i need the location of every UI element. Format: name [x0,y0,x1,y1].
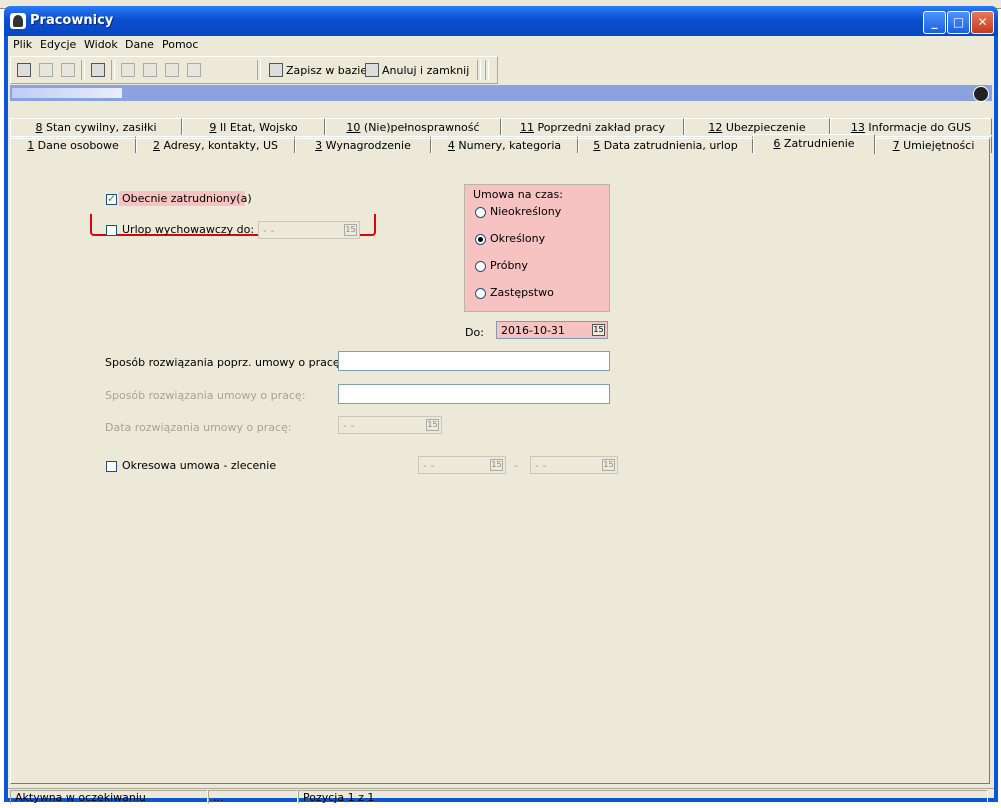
properties-icon[interactable] [89,61,107,79]
parental-leave-date-value: - - [263,224,275,237]
menu-dane[interactable]: Dane [125,38,154,51]
menu-bar: Plik Edycje Widok Dane Pomoc [8,36,994,54]
cut-icon[interactable] [141,61,159,79]
tab-stan-cywilny[interactable]: 8 Stan cywilny, zasiłki [10,118,182,135]
toolbar-separator [477,60,481,80]
prev-termination-label: Sposób rozwiązania poprz. umowy o pracę: [105,356,344,369]
window-title: Pracownicy [30,13,114,28]
undo-icon[interactable] [185,61,203,79]
cancel-close-label: Anuluj i zamknij [382,63,470,77]
save-to-db-label: Zapisz w bazie [286,63,368,77]
cancel-close-icon [365,63,379,77]
mandate-to-date-field[interactable]: - - 15 [530,456,618,474]
termination-date-field[interactable]: - - 15 [338,416,442,434]
status-state: Aktywna w oczekiwaniu [10,790,208,804]
contract-type-group: Umowa na czas: Nieokreślony Określony Pr… [464,184,610,312]
tab-niepelnosprawnosc[interactable]: 10 (Nie)pełnosprawność [325,118,501,135]
contract-group-title: Umowa na czas: [473,188,563,201]
minimize-button[interactable]: _ [923,11,946,34]
maximize-button[interactable]: □ [947,11,970,34]
tab-ii-etat[interactable]: 9 II Etat, Wojsko [182,118,325,135]
mandate-from-date-field[interactable]: - - 15 [418,456,506,474]
prev-termination-input[interactable] [338,351,610,371]
pracownicy-window: Pracownicy _ □ ✕ Plik Edycje Widok Dane … [4,6,998,804]
progress-fill [12,88,122,98]
employed-checkbox[interactable] [106,192,117,205]
menu-plik[interactable]: Plik [13,38,32,51]
parental-leave-date-field[interactable]: - - 15 [258,221,360,239]
delete-icon[interactable] [59,61,77,79]
tab-poprzedni-zaklad[interactable]: 11 Poprzedni zakład pracy [501,118,684,135]
contract-option-label: Próbny [490,259,528,272]
contract-radio-nieokreslony[interactable] [475,207,486,218]
toolbar-separator [257,60,261,80]
contract-option-label: Określony [490,232,546,245]
contract-radio-zastepstwo[interactable] [475,288,486,299]
mandate-to-value: - - [535,459,547,472]
tab-zatrudnienie[interactable]: 6 Zatrudnienie [753,134,875,154]
until-date-field[interactable]: 2016-10-31 15 [496,321,608,339]
tab-ubezpieczenie[interactable]: 12 Ubezpieczenie [684,118,830,135]
toolbar-separator [111,60,115,80]
title-bar[interactable]: Pracownicy _ □ ✕ [4,6,998,36]
toolbar-separator [485,60,489,80]
termination-date-value: - - [343,419,355,432]
menu-widok[interactable]: Widok [84,38,118,51]
calendar-icon[interactable]: 15 [592,324,605,336]
termination-input[interactable] [338,384,610,404]
save-to-db-button[interactable]: Zapisz w bazie [269,61,367,79]
contract-option-label: Zastępstwo [490,286,554,299]
status-dots: ... [208,790,298,804]
close-button[interactable]: ✕ [971,11,994,34]
mandate-from-value: - - [423,459,435,472]
tab-informacje-gus[interactable]: 13 Informacje do GUS [830,118,992,135]
employed-label: Obecnie zatrudniony(a) [122,192,252,205]
contract-radio-okreslony[interactable] [475,234,486,245]
parental-leave-label: Urlop wychowawczy do: [122,223,255,236]
save-disk-icon[interactable] [37,61,55,79]
status-bar: Aktywna w oczekiwaniu ... Pozycja 1 z 1 [8,788,994,805]
until-date-value: 2016-10-31 [501,324,565,337]
calendar-icon[interactable]: 15 [344,224,357,236]
cancel-close-button[interactable]: Anuluj i zamknij [365,61,469,79]
copy-icon[interactable] [119,61,137,79]
until-label: Do: [465,326,484,339]
toolbar-separator [81,60,85,80]
calendar-icon[interactable]: 15 [426,419,439,431]
progress-strip [10,85,992,102]
calendar-icon[interactable]: 15 [602,459,615,471]
termination-date-label: Data rozwiązania umowy o pracę: [105,421,292,434]
window-client-area: Plik Edycje Widok Dane Pomoc Zapisz w ba… [8,36,994,804]
mandate-label: Okresowa umowa - zlecenie [122,459,277,472]
calendar-icon[interactable]: 15 [490,459,503,471]
menu-edycje[interactable]: Edycje [40,38,76,51]
menu-pomoc[interactable]: Pomoc [162,38,198,51]
refresh-icon[interactable] [15,61,33,79]
toolbar: Zapisz w bazie Anuluj i zamknij [10,56,498,84]
contract-option-label: Nieokreślony [490,205,562,218]
user-avatar-icon[interactable] [973,86,989,102]
contract-radio-probny[interactable] [475,261,486,272]
termination-label: Sposób rozwiązania umowy o pracę: [105,389,306,402]
save-to-db-icon [269,63,283,77]
mandate-checkbox[interactable] [106,461,117,472]
app-icon [10,13,26,29]
status-position: Pozycja 1 z 1 [298,790,988,804]
paste-icon[interactable] [163,61,181,79]
mandate-dash: - [514,459,518,472]
parental-leave-checkbox[interactable] [106,225,117,236]
